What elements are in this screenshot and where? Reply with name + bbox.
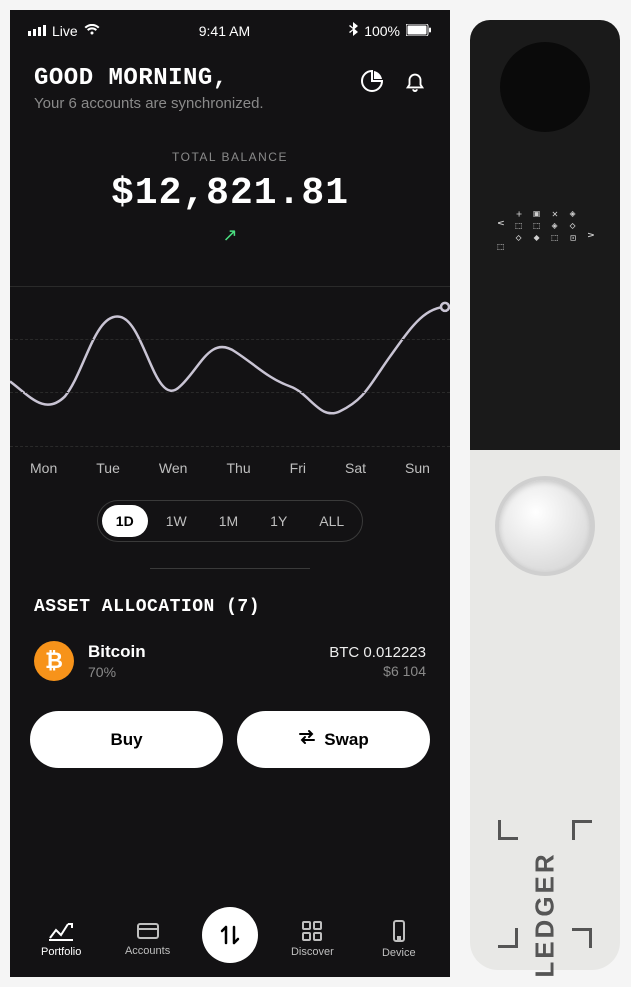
bracket-icon <box>498 820 518 840</box>
wifi-icon <box>84 23 100 39</box>
swap-label: Swap <box>324 730 368 750</box>
battery-pct: 100% <box>364 23 400 39</box>
balance-label: TOTAL BALANCE <box>10 150 450 164</box>
pie-chart-icon[interactable] <box>360 69 384 98</box>
allocation-title: ASSET ALLOCATION (7) <box>10 569 450 633</box>
range-1y[interactable]: 1Y <box>256 505 301 537</box>
tab-bar: Portfolio Accounts Discover Device <box>10 905 450 977</box>
clock: 9:41 AM <box>199 23 250 39</box>
tab-label: Device <box>382 947 416 959</box>
asset-amount: BTC 0.012223 <box>329 644 426 661</box>
bracket-icon <box>572 820 592 840</box>
asset-pct: 70% <box>88 664 329 680</box>
buy-button[interactable]: Buy <box>30 711 223 768</box>
signal-icon <box>28 25 46 36</box>
tab-device[interactable]: Device <box>367 919 431 959</box>
tab-label: Portfolio <box>41 946 81 958</box>
range-1w[interactable]: 1W <box>152 505 201 537</box>
balance-chart[interactable] <box>10 286 450 446</box>
swap-button[interactable]: Swap <box>237 711 430 768</box>
device-display: ∧ ◈ ◇ ⊡ ✕ ◈ ⬚ ▣ ⬚ ◆ + ⬚ ◇ ∨ ⬚ <box>491 202 599 250</box>
device-top-button <box>500 42 590 132</box>
subgreeting: Your 6 accounts are synchronized. <box>34 95 264 112</box>
bracket-icon <box>498 928 518 948</box>
header: GOOD MORNING, Your 6 accounts are synchr… <box>10 47 450 120</box>
bell-icon[interactable] <box>404 70 426 97</box>
bluetooth-icon <box>349 22 358 39</box>
battery-icon <box>406 23 432 39</box>
tab-label: Discover <box>291 946 334 958</box>
asset-value: $6 104 <box>329 663 426 679</box>
range-1d[interactable]: 1D <box>102 505 148 537</box>
device-main-button <box>495 476 595 576</box>
chart-label: Fri <box>290 460 306 476</box>
range-selector: 1D 1W 1M 1Y ALL <box>10 500 450 542</box>
device-brand-label: LEDGER <box>530 851 561 977</box>
chart-label: Wen <box>159 460 188 476</box>
asset-name: Bitcoin <box>88 642 329 662</box>
balance-amount: $12,821.81 <box>10 172 450 215</box>
swap-icon <box>298 729 316 750</box>
status-bar: Live 9:41 AM 100% <box>10 10 450 47</box>
bitcoin-icon: ₿ <box>34 641 74 681</box>
chart-label: Mon <box>30 460 57 476</box>
carrier-label: Live <box>52 23 78 39</box>
range-all[interactable]: ALL <box>305 505 358 537</box>
chart-label: Sun <box>405 460 430 476</box>
trend-up-icon: ↗ <box>10 225 450 246</box>
chart-label: Tue <box>96 460 120 476</box>
tab-transfer[interactable] <box>202 907 258 963</box>
device-screen-section: ∧ ◈ ◇ ⊡ ✕ ◈ ⬚ ▣ ⬚ ◆ + ⬚ ◇ ∨ ⬚ <box>470 20 620 450</box>
buy-label: Buy <box>110 730 142 750</box>
greeting: GOOD MORNING, <box>34 65 264 92</box>
asset-row-bitcoin[interactable]: ₿ Bitcoin 70% BTC 0.012223 $6 104 <box>10 633 450 689</box>
chart-label: Sat <box>345 460 366 476</box>
device-body: LEDGER <box>470 450 620 970</box>
phone-screen: Live 9:41 AM 100% GOOD MORNING, Your 6 a… <box>10 10 450 977</box>
tab-accounts[interactable]: Accounts <box>116 921 180 957</box>
ledger-device: ∧ ◈ ◇ ⊡ ✕ ◈ ⬚ ▣ ⬚ ◆ + ⬚ ◇ ∨ ⬚ LEDGER <box>470 20 620 977</box>
tab-discover[interactable]: Discover <box>280 920 344 958</box>
chart-label: Thu <box>226 460 250 476</box>
bracket-icon <box>572 928 592 948</box>
range-1m[interactable]: 1M <box>205 505 252 537</box>
tab-portfolio[interactable]: Portfolio <box>29 920 93 958</box>
chart-x-labels: Mon Tue Wen Thu Fri Sat Sun <box>10 446 450 476</box>
tab-label: Accounts <box>125 945 170 957</box>
